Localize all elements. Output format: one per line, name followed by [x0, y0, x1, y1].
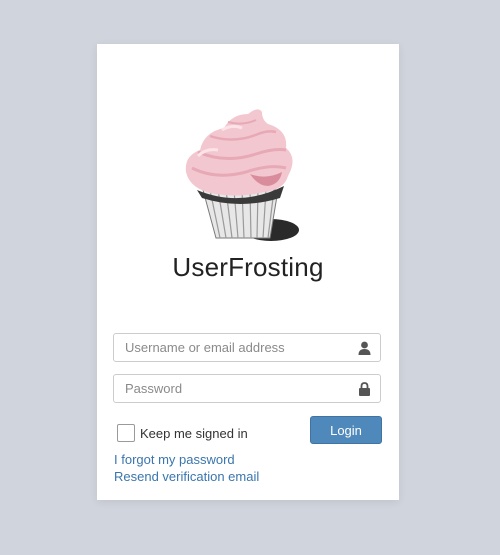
username-field[interactable] [113, 333, 381, 362]
username-input[interactable] [114, 334, 355, 361]
password-input[interactable] [114, 375, 355, 402]
user-icon [358, 341, 371, 355]
lock-icon [359, 382, 370, 396]
remember-me[interactable]: Keep me signed in [117, 423, 248, 443]
forgot-password-link[interactable]: I forgot my password [114, 452, 235, 467]
brand-name: UserFrosting [172, 252, 324, 282]
password-field[interactable] [113, 374, 381, 403]
login-button[interactable]: Login [310, 416, 382, 444]
remember-me-label: Keep me signed in [140, 425, 248, 441]
cupcake-logo-icon [185, 109, 299, 241]
remember-me-checkbox[interactable] [117, 424, 135, 442]
resend-verification-link[interactable]: Resend verification email [114, 469, 259, 484]
login-card: UserFrosting Keep me signed in Login I f… [97, 44, 399, 500]
